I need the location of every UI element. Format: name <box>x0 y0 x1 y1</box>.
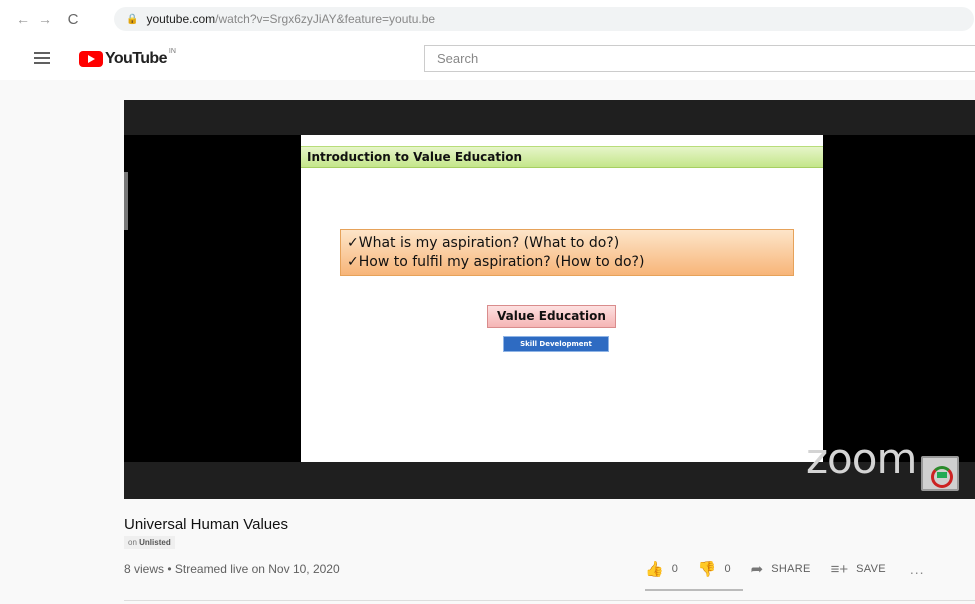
save-button[interactable]: ≡+ SAVE <box>831 561 886 578</box>
search-input[interactable]: Search <box>424 45 975 72</box>
share-label: SHARE <box>771 563 811 575</box>
reload-icon[interactable]: C <box>62 11 84 28</box>
aspiration-line: ✓What is my aspiration? (What to do?) <box>347 235 620 251</box>
dislike-button[interactable]: 👎 0 <box>698 560 731 578</box>
like-ratio-bar <box>645 589 743 591</box>
share-button[interactable]: ➦ SHARE <box>751 560 811 578</box>
like-button[interactable]: 👍 0 <box>645 560 678 578</box>
player-top-band <box>124 100 975 135</box>
video-meta: 8 views • Streamed live on Nov 10, 2020 <box>124 562 340 576</box>
divider <box>124 600 975 601</box>
zoom-watermark: zoom <box>806 434 917 483</box>
url-host: youtube.com <box>146 12 216 26</box>
thumbs-up-icon: 👍 <box>645 561 664 578</box>
forward-arrow-icon[interactable]: → <box>34 11 56 27</box>
thumbs-down-icon: 👎 <box>697 561 717 578</box>
participant-video-icon <box>921 456 959 491</box>
back-arrow-icon[interactable]: ← <box>12 11 34 27</box>
youtube-play-icon <box>79 51 103 67</box>
browser-toolbar: ← → C 🔒 youtube.com/watch?v=Srgx6zyJiAY&… <box>0 0 975 38</box>
youtube-logo[interactable]: YouTube IN <box>79 48 176 68</box>
like-count: 0 <box>671 563 678 575</box>
menu-icon[interactable] <box>34 52 50 64</box>
skill-development-box: Skill Development <box>503 336 609 352</box>
save-label: SAVE <box>856 563 886 575</box>
video-player[interactable]: Introduction to Value Education ✓What is… <box>124 100 975 499</box>
dislike-count: 0 <box>724 563 731 575</box>
aspiration-line: ✓How to fulfil my aspiration? (How to do… <box>347 254 645 270</box>
action-bar: 👍 0 👎 0 ➦ SHARE ≡+ SAVE ... <box>645 560 925 579</box>
playlist-add-icon: ≡+ <box>830 560 849 578</box>
side-handle <box>124 172 128 230</box>
visibility-prefix: on <box>128 538 137 547</box>
presentation-slide: Introduction to Value Education ✓What is… <box>301 135 823 462</box>
logo-text: YouTube <box>105 50 167 67</box>
aspiration-box: ✓What is my aspiration? (What to do?) ✓H… <box>340 229 794 276</box>
slide-title-bar: Introduction to Value Education <box>301 146 823 168</box>
unlisted-badge: on Unlisted <box>124 536 175 549</box>
value-education-box: Value Education <box>487 305 616 328</box>
url-path: /watch?v=Srgx6zyJiAY&feature=youtu.be <box>215 12 436 26</box>
more-actions-icon[interactable]: ... <box>910 561 925 577</box>
lock-icon: 🔒 <box>126 13 139 25</box>
youtube-header: YouTube IN Search <box>0 38 975 80</box>
visibility-label: Unlisted <box>139 538 171 547</box>
video-title: Universal Human Values <box>124 516 288 533</box>
country-code: IN <box>168 48 176 55</box>
address-bar[interactable]: 🔒 youtube.com/watch?v=Srgx6zyJiAY&featur… <box>114 7 974 31</box>
slide-title: Introduction to Value Education <box>307 150 523 164</box>
share-arrow-icon: ➦ <box>750 561 764 578</box>
